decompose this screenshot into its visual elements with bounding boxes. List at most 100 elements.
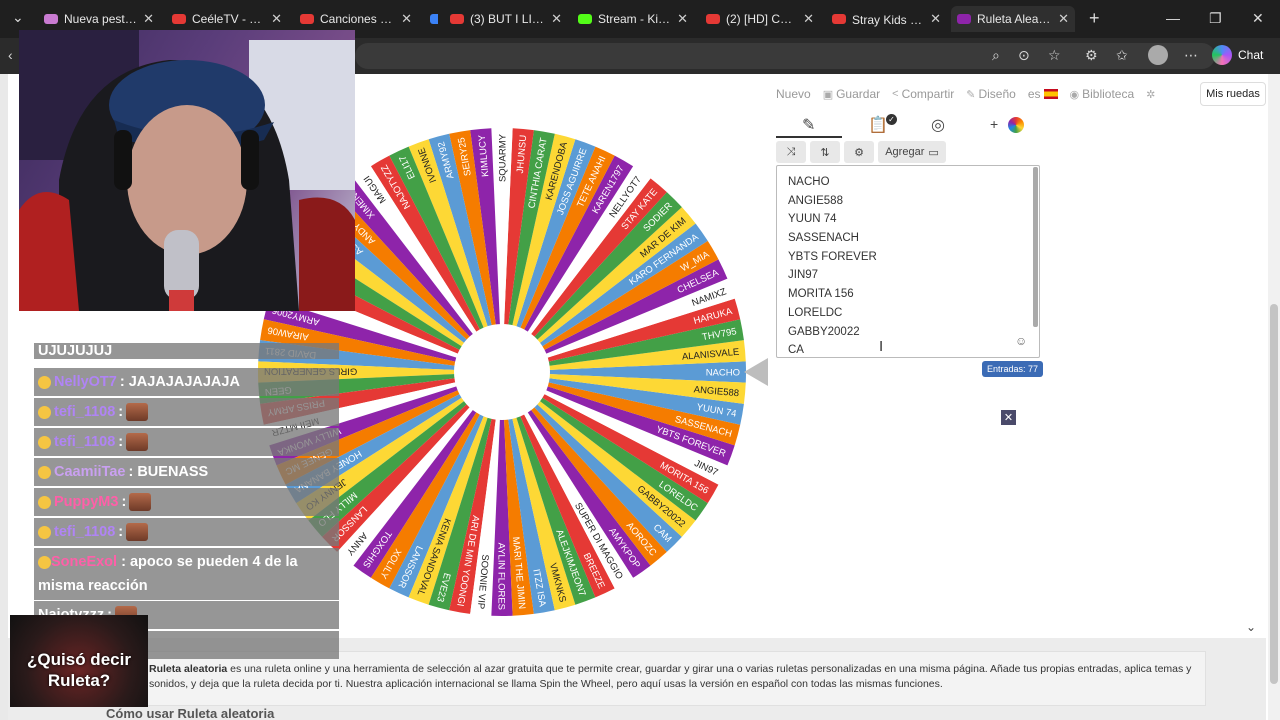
chat-message: UJUJUJUJ xyxy=(34,343,339,359)
advanced-button[interactable]: ⚙ xyxy=(844,141,874,163)
entries-textarea[interactable]: NACHO ANGIE588 YUUN 74 SASSENACH YBTS FOREVE… xyxy=(776,165,1040,358)
chat-username[interactable]: NellyOT7 xyxy=(54,374,117,390)
add-wheel-icon[interactable]: + xyxy=(990,116,998,132)
hide-eye-icon[interactable]: ◎ xyxy=(931,115,945,135)
language-selector[interactable]: es xyxy=(1028,87,1058,101)
shuffle-button[interactable]: ⤨ xyxy=(776,141,806,163)
browser-tab[interactable]: (3) BUT I LIKE Y ✕ xyxy=(444,6,568,32)
agregar-image-button[interactable]: Agregar ▭ xyxy=(878,141,946,163)
tab-close-icon[interactable]: ✕ xyxy=(930,11,941,27)
spain-flag-icon xyxy=(1043,89,1058,99)
clipboard-icon[interactable]: 📋 xyxy=(868,115,888,135)
browser-tab[interactable] xyxy=(424,6,438,32)
guardar-button[interactable]: ▣ Guardar xyxy=(823,87,880,101)
minimize-icon[interactable]: — xyxy=(1166,10,1180,26)
zoom-icon[interactable]: ⌕ xyxy=(992,47,1000,64)
browser-tab[interactable]: Stream - Kick D ✕ xyxy=(572,6,694,32)
copilot-chat-button[interactable]: Chat xyxy=(1212,45,1263,65)
chat-text: : BUENASS xyxy=(128,464,209,480)
scrollbar-thumb[interactable] xyxy=(1270,304,1278,684)
chat-emote-icon xyxy=(126,403,149,421)
tab-close-icon[interactable]: ✕ xyxy=(1058,11,1069,27)
tab-close-icon[interactable]: ✕ xyxy=(677,11,688,27)
chat-username[interactable]: tefi_1108 xyxy=(54,434,115,450)
chat-text: : xyxy=(118,524,124,540)
brush-icon: ✎ xyxy=(966,88,976,101)
entry-line: NACHO xyxy=(788,176,830,188)
copilot-icon xyxy=(1212,45,1232,65)
compartir-button[interactable]: < Compartir xyxy=(892,87,954,101)
maximize-icon[interactable]: ❐ xyxy=(1209,10,1222,27)
tab-list-chevron-icon[interactable]: ⌄ xyxy=(12,9,24,26)
browser-tab[interactable]: Ruleta Aleator ✕ xyxy=(951,6,1075,32)
sort-icon: ⇅ xyxy=(820,146,830,159)
extensions-icon[interactable]: ⚙ xyxy=(1085,47,1098,64)
nuevo-button[interactable]: Nuevo xyxy=(776,87,811,101)
tab-favicon-icon xyxy=(172,14,186,24)
collections-icon[interactable]: ✩ xyxy=(1116,47,1128,64)
chat-badge-icon xyxy=(38,525,51,539)
chat-username[interactable]: tefi_1108 xyxy=(54,524,115,540)
wheel-slice-label: AYLIN FLORES xyxy=(496,543,507,610)
more-options-circle-icon[interactable]: ⊙ xyxy=(1018,47,1030,64)
entry-line: JIN97 xyxy=(788,269,819,282)
save-icon: ▣ xyxy=(822,88,834,101)
favorite-star-icon[interactable]: ☆ xyxy=(1048,47,1061,64)
entry-line: SASSENACH xyxy=(788,232,859,245)
entries-list: NACHO ANGIE588 YUUN 74 SASSENACH YBTS FOREVE… xyxy=(788,173,877,341)
chat-username[interactable]: PuppyM3 xyxy=(54,494,118,510)
tab-title: CeéleTV - YouT xyxy=(192,12,265,26)
browser-tab[interactable]: CeéleTV - YouT ✕ xyxy=(166,6,288,32)
browser-tab[interactable]: Stray Kids (스트 ✕ xyxy=(826,6,947,32)
biblioteca-button[interactable]: ◉ Biblioteca xyxy=(1070,87,1135,101)
new-tab-icon[interactable]: + xyxy=(1089,8,1100,29)
chat-username[interactable]: CaamiiTae xyxy=(54,464,125,480)
chat-message: tefi_1108 : xyxy=(34,518,339,546)
tab-title: Stream - Kick D xyxy=(598,12,671,26)
browser-tab[interactable]: Canciones de c ✕ xyxy=(294,6,418,32)
tab-close-icon[interactable]: ✕ xyxy=(401,11,412,27)
pencil-icon[interactable]: ✎ xyxy=(802,115,815,135)
mis-ruedas-button[interactable]: Mis ruedas xyxy=(1200,82,1266,106)
chat-label: Chat xyxy=(1238,48,1264,62)
browser-tab[interactable]: (2) [HD] Cyphe ✕ xyxy=(700,6,820,32)
nuevo-label: Nuevo xyxy=(776,87,811,101)
diseno-button[interactable]: ✎ Diseño xyxy=(966,87,1016,101)
expand-chevron-icon[interactable]: ⌄ xyxy=(1246,620,1256,634)
chat-username[interactable]: tefi_1108 xyxy=(54,404,115,420)
chat-text: : xyxy=(121,494,127,510)
close-ad-icon[interactable]: ✕ xyxy=(1001,410,1016,425)
chat-emote-icon xyxy=(126,523,149,541)
menu-dots-icon[interactable]: ⋯ xyxy=(1184,47,1198,64)
profile-avatar[interactable] xyxy=(1148,45,1168,65)
diseno-label: Diseño xyxy=(978,87,1016,101)
page-scrollbar[interactable] xyxy=(1268,74,1280,720)
mis-ruedas-label: Mis ruedas xyxy=(1206,88,1260,100)
chat-emote-icon xyxy=(126,433,149,451)
tab-title: Stray Kids (스트 xyxy=(852,12,925,27)
back-arrow-icon[interactable]: ‹ xyxy=(8,47,13,63)
close-window-icon[interactable]: ✕ xyxy=(1252,10,1264,27)
entries-count-badge: Entradas: 77 xyxy=(982,361,1044,377)
gear-icon: ✲ xyxy=(1146,88,1156,101)
entry-line: GABBY20022 xyxy=(788,325,860,338)
tab-favicon-icon xyxy=(706,14,720,24)
entries-scrollbar[interactable] xyxy=(1033,167,1038,327)
settings-button[interactable]: ✲ xyxy=(1146,88,1155,101)
agregar-label: Agregar xyxy=(885,146,925,158)
chat-username[interactable]: UJUJUJUJ xyxy=(38,343,112,359)
chat-username[interactable]: SoneExol xyxy=(51,554,117,570)
tab-close-icon[interactable]: ✕ xyxy=(271,11,282,27)
color-palette-icon[interactable] xyxy=(1008,117,1024,133)
tab-favicon-icon xyxy=(832,14,846,24)
sort-button[interactable]: ⇅ xyxy=(810,141,840,163)
chat-message: PuppyM3 : xyxy=(34,488,339,516)
tab-close-icon[interactable]: ✕ xyxy=(551,11,562,27)
tab-favicon-icon xyxy=(957,14,971,24)
tab-close-icon[interactable]: ✕ xyxy=(143,11,154,27)
emoji-icon[interactable]: ☺ xyxy=(1015,334,1027,348)
entry-line: YUUN 74 xyxy=(788,213,837,226)
browser-tab[interactable]: Nueva pestaña ✕ xyxy=(38,6,160,32)
tab-close-icon[interactable]: ✕ xyxy=(803,11,814,27)
wheel-center-hub[interactable] xyxy=(454,324,550,420)
